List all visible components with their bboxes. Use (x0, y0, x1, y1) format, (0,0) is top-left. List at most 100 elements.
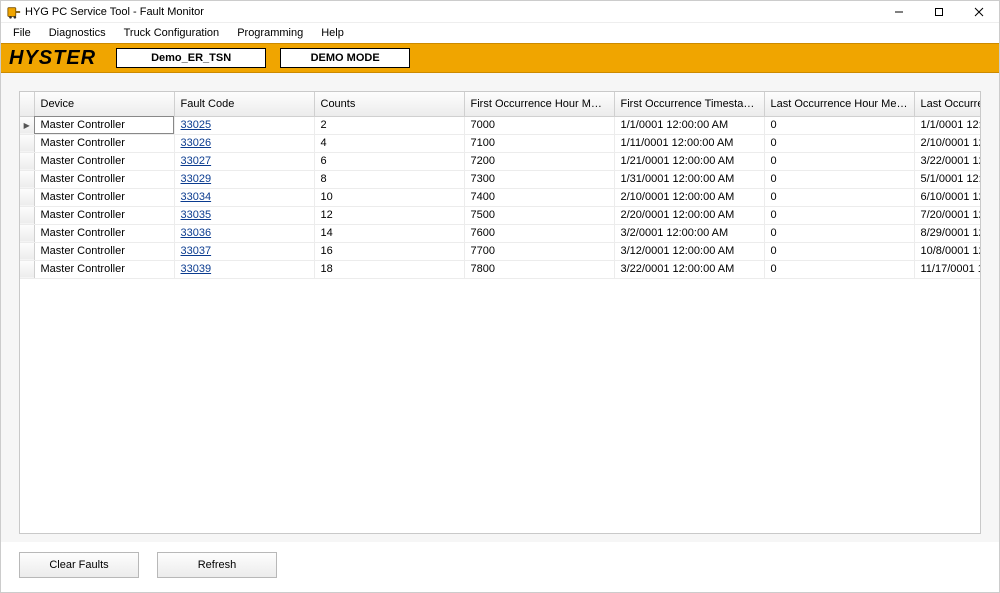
cell-last-hour: 0 (764, 134, 914, 152)
col-first-ts[interactable]: First Occurrence Timestamp (614, 92, 764, 116)
table-row[interactable]: Master Controller330361476003/2/0001 12:… (20, 224, 981, 242)
cell-device: Master Controller (34, 134, 174, 152)
cell-fault-code[interactable]: 33027 (174, 152, 314, 170)
fault-table[interactable]: Device Fault Code Counts First Occurrenc… (20, 92, 981, 279)
cell-fault-code[interactable]: 33029 (174, 170, 314, 188)
row-selector[interactable] (20, 260, 34, 278)
col-first-hour[interactable]: First Occurrence Hour Meter (464, 92, 614, 116)
menu-programming[interactable]: Programming (229, 25, 311, 41)
cell-first-hour: 7800 (464, 260, 614, 278)
row-selector[interactable] (20, 170, 34, 188)
cell-last-hour: 0 (764, 116, 914, 134)
cell-last-ts: 6/10/0001 12:00:00 AM (914, 188, 981, 206)
cell-first-ts: 1/1/0001 12:00:00 AM (614, 116, 764, 134)
cell-counts: 12 (314, 206, 464, 224)
cell-last-hour: 0 (764, 206, 914, 224)
cell-fault-code[interactable]: 33035 (174, 206, 314, 224)
col-device[interactable]: Device (34, 92, 174, 116)
cell-counts: 2 (314, 116, 464, 134)
cell-first-hour: 7000 (464, 116, 614, 134)
cell-counts: 8 (314, 170, 464, 188)
window-title: HYG PC Service Tool - Fault Monitor (25, 6, 204, 18)
app-icon (7, 5, 21, 19)
table-row[interactable]: Master Controller33027672001/21/0001 12:… (20, 152, 981, 170)
row-selector[interactable] (20, 206, 34, 224)
table-row[interactable]: Master Controller330371677003/12/0001 12… (20, 242, 981, 260)
cell-fault-code[interactable]: 33039 (174, 260, 314, 278)
row-selector-header (20, 92, 34, 116)
menu-diagnostics[interactable]: Diagnostics (41, 25, 114, 41)
fault-code-link[interactable]: 33037 (181, 245, 212, 257)
menu-bar: File Diagnostics Truck Configuration Pro… (1, 23, 999, 43)
menu-truck-config[interactable]: Truck Configuration (116, 25, 228, 41)
fault-code-link[interactable]: 33029 (181, 173, 212, 185)
col-last-hour[interactable]: Last Occurrence Hour Meter (764, 92, 914, 116)
refresh-button[interactable]: Refresh (157, 552, 277, 578)
minimize-button[interactable] (879, 1, 919, 22)
title-bar: HYG PC Service Tool - Fault Monitor (1, 1, 999, 23)
fault-code-link[interactable]: 33027 (181, 155, 212, 167)
cell-first-hour: 7700 (464, 242, 614, 260)
cell-first-hour: 7500 (464, 206, 614, 224)
table-row[interactable]: Master Controller 33039 1878003/22/0001 12… (20, 260, 981, 278)
row-selector[interactable] (20, 152, 34, 170)
row-selector[interactable] (20, 224, 34, 242)
cell-last-ts: 3/22/0001 12:00:00 AM (914, 152, 981, 170)
maximize-button[interactable] (919, 1, 959, 22)
table-row[interactable]: Master Controller33029873001/31/0001 12:… (20, 170, 981, 188)
cell-counts: 10 (314, 188, 464, 206)
menu-help[interactable]: Help (313, 25, 352, 41)
col-last-ts[interactable]: Last Occurrence Timestamp (914, 92, 981, 116)
clear-faults-button[interactable]: Clear Faults (19, 552, 139, 578)
cell-device: Master Controller (34, 116, 174, 134)
col-code[interactable]: Fault Code (174, 92, 314, 116)
table-row[interactable]: Master Controller33026471001/11/0001 12:… (20, 134, 981, 152)
cell-device: Master Controller (34, 224, 174, 242)
cell-counts: 16 (314, 242, 464, 260)
cell-first-hour: 7200 (464, 152, 614, 170)
cell-last-ts: 2/10/0001 12:00:00 AM (914, 134, 981, 152)
cell-last-ts: 10/8/0001 12:00:00 AM (914, 242, 981, 260)
brand-logo: HYSTER (9, 47, 102, 70)
content-area: Device Fault Code Counts First Occurrenc… (1, 73, 999, 542)
fault-code-link[interactable]: 33035 (181, 209, 212, 221)
cell-device: Master Controller (34, 242, 174, 260)
cell-device: Master Controller (34, 260, 174, 278)
table-row[interactable]: ▶Master Controller 33025 270001/1/0001 12:… (20, 116, 981, 134)
cell-first-hour: 7400 (464, 188, 614, 206)
cell-fault-code[interactable]: 33037 (174, 242, 314, 260)
fault-code-link[interactable]: 33039 (181, 263, 212, 275)
cell-first-hour: 7300 (464, 170, 614, 188)
cell-fault-code[interactable]: 33026 (174, 134, 314, 152)
fault-code-link[interactable]: 33034 (181, 191, 212, 203)
row-selector[interactable] (20, 188, 34, 206)
cell-first-ts: 3/22/0001 12:00:00 AM (614, 260, 764, 278)
window-controls (879, 1, 999, 22)
col-counts[interactable]: Counts (314, 92, 464, 116)
table-header-row: Device Fault Code Counts First Occurrenc… (20, 92, 981, 116)
cell-fault-code[interactable]: 33025 (174, 116, 314, 134)
close-button[interactable] (959, 1, 999, 22)
cell-counts: 4 (314, 134, 464, 152)
cell-fault-code[interactable]: 33034 (174, 188, 314, 206)
table-row[interactable]: Master Controller 33035 1275002/20/0001 12… (20, 206, 981, 224)
cell-last-hour: 0 (764, 260, 914, 278)
row-selector[interactable] (20, 242, 34, 260)
cell-first-ts: 2/20/0001 12:00:00 AM (614, 206, 764, 224)
row-selector[interactable]: ▶ (20, 116, 34, 134)
fault-table-container: Device Fault Code Counts First Occurrenc… (19, 91, 981, 534)
fault-code-link[interactable]: 33025 (181, 119, 212, 131)
cell-counts: 18 (314, 260, 464, 278)
row-selector[interactable] (20, 134, 34, 152)
app-window: HYG PC Service Tool - Fault Monitor File… (0, 0, 1000, 593)
table-row[interactable]: Master Controller330341074002/10/0001 12… (20, 188, 981, 206)
cell-counts: 6 (314, 152, 464, 170)
cell-fault-code[interactable]: 33036 (174, 224, 314, 242)
cell-device: Master Controller (34, 206, 174, 224)
cell-last-hour: 0 (764, 170, 914, 188)
cell-first-ts: 1/31/0001 12:00:00 AM (614, 170, 764, 188)
fault-code-link[interactable]: 33036 (181, 227, 212, 239)
fault-code-link[interactable]: 33026 (181, 137, 212, 149)
menu-file[interactable]: File (5, 25, 39, 41)
config-name-field[interactable]: Demo_ER_TSN (116, 48, 266, 68)
